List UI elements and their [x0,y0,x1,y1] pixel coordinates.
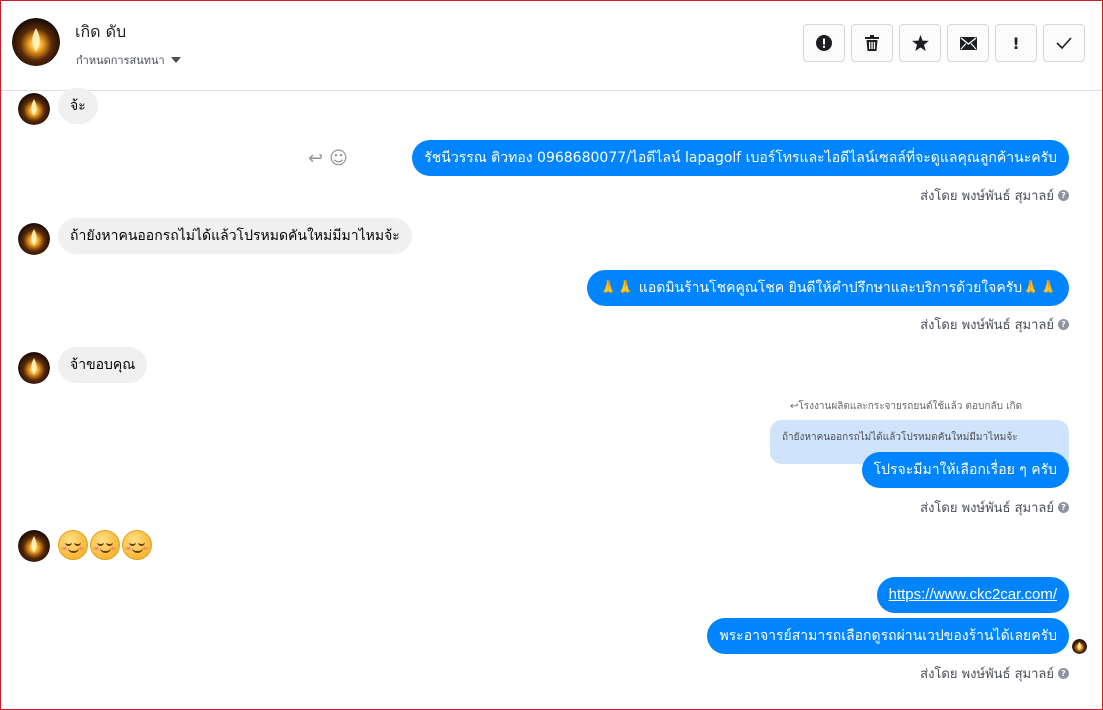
sent-by-text: ส่งโดย พงษ์พันธ์ สุมาลย์ [920,667,1054,682]
trash-icon [865,35,879,51]
outgoing-message[interactable]: พระอาจารย์สามารถเลือกดูรถผ่านเวปของร้านไ… [707,618,1069,654]
sent-by-label: ส่งโดย พงษ์พันธ์ สุมาลย์ ? [920,663,1069,684]
outgoing-link-message[interactable]: https://www.ckc2car.com/ [876,577,1069,613]
help-icon[interactable]: ? [1058,319,1069,330]
assign-conversation-dropdown[interactable]: กำหนดการสนทนา [76,51,181,69]
smiling-face-emoji [122,530,152,560]
smiling-face-emoji [90,530,120,560]
sent-by-label: ส่งโดย พงษ์พันธ์ สุมาลย์ ? [920,185,1069,206]
star-button[interactable] [899,24,941,62]
outgoing-message[interactable]: โปรจะมีมาให้เลือกเรื่อย ๆ ครับ [861,452,1069,488]
sent-by-label: ส่งโดย พงษ์พันธ์ สุมาลย์ ? [920,314,1069,335]
contact-avatar [18,352,50,384]
sent-by-text: ส่งโดย พงษ์พันธ์ สุมาลย์ [920,189,1054,204]
contact-avatar [18,93,50,125]
conversation-header: เกิด ดับ กำหนดการสนทนา ! [0,0,1103,91]
reply-context-label: ↩โรงงานผลิตและกระจายรถยนต์ใช้แล้ว ตอบกลั… [790,401,1023,412]
sent-by-label: ส่งโดย พงษ์พันธ์ สุมาลย์ ? [920,497,1069,518]
message-tools: ↩ ☺ [308,148,348,169]
alert-circle-icon [816,35,832,51]
outgoing-message[interactable]: รัชนีวรรณ ติวทอง 0968680077/ไอดีไลน์ lap… [412,140,1069,176]
assign-conversation-label: กำหนดการสนทนา [76,54,165,67]
caret-down-icon [170,57,181,63]
reply-icon[interactable]: ↩ [308,148,323,169]
contact-avatar [18,530,50,562]
mail-button[interactable] [947,24,989,62]
contact-avatar[interactable] [12,18,60,66]
emoji-message[interactable] [58,530,152,560]
help-icon[interactable]: ? [1058,668,1069,679]
exclamation-icon: ! [1012,33,1020,53]
delete-button[interactable] [851,24,893,62]
star-icon [911,35,929,51]
outgoing-message[interactable]: 🙏🙏 แอดมินร้านโชคคูณโชค ยินดีให้คำปรึกษาแ… [587,270,1069,306]
sent-by-text: ส่งโดย พงษ์พันธ์ สุมาลย์ [920,318,1054,333]
sent-by-text: ส่งโดย พงษ์พันธ์ สุมาลย์ [920,501,1054,516]
header-actions: ! [803,24,1085,62]
mark-important-button[interactable]: ! [995,24,1037,62]
website-link[interactable]: https://www.ckc2car.com/ [889,586,1057,603]
incoming-message[interactable]: จ้าขอบคุณ [58,347,148,383]
alert-button[interactable] [803,24,845,62]
emoji-react-icon[interactable]: ☺ [329,148,348,169]
incoming-message[interactable]: ถ้ายังหาคนออกรถไม่ได้แล้วโปรหมดคันใหม่มี… [58,218,412,254]
contact-avatar [18,223,50,255]
smiling-face-emoji [58,530,88,560]
help-icon[interactable]: ? [1058,190,1069,201]
incoming-message[interactable]: จ้ะ [58,88,98,124]
seen-indicator-avatar [1072,639,1087,654]
help-icon[interactable]: ? [1058,502,1069,513]
mark-done-button[interactable] [1043,24,1085,62]
contact-name: เกิด ดับ [75,22,127,41]
mail-icon [959,36,977,50]
check-icon [1056,37,1072,49]
